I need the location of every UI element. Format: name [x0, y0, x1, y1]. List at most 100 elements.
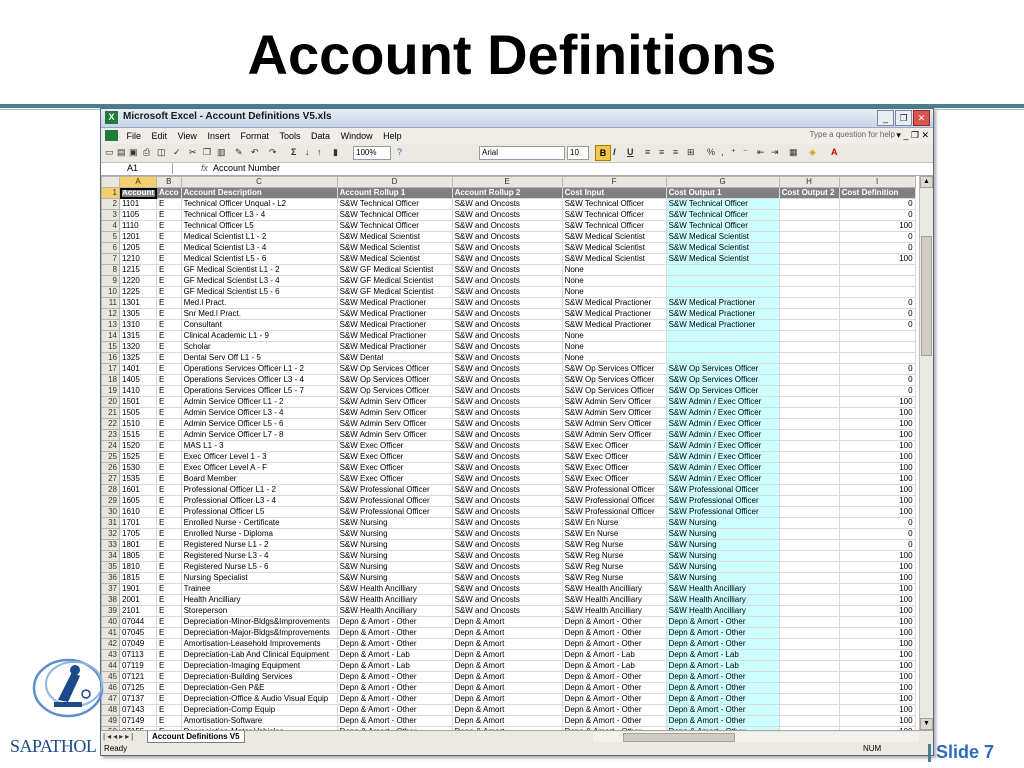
cell-f[interactable]: S&W Professional Officer — [561, 495, 667, 507]
cell-a[interactable]: 1610 — [119, 506, 157, 518]
cell-e1[interactable]: Account Rollup 2 — [451, 187, 563, 199]
cell-i[interactable]: 100 — [838, 671, 916, 683]
cell-g[interactable]: S&W Professional Officer — [665, 506, 780, 518]
cell-c[interactable]: Registered Nurse L1 - 2 — [180, 539, 338, 551]
cell-d[interactable]: S&W Medical Scientist — [336, 231, 453, 243]
cell-g[interactable]: Depn & Amort - Other — [665, 704, 780, 716]
cell-e[interactable]: S&W and Oncosts — [451, 231, 563, 243]
cell-f[interactable]: S&W En Nurse — [561, 528, 667, 540]
cell-b[interactable]: E — [156, 473, 182, 485]
cell-i[interactable]: 100 — [838, 253, 916, 265]
italic-icon[interactable]: I — [613, 146, 616, 159]
cell-a[interactable]: 1515 — [119, 429, 157, 441]
row-header[interactable]: 6 — [101, 242, 120, 254]
cell-a[interactable]: 07113 — [119, 649, 157, 661]
cell-e[interactable]: S&W and Oncosts — [451, 506, 563, 518]
row-header[interactable]: 33 — [101, 539, 120, 551]
cell-a[interactable]: 1410 — [119, 385, 157, 397]
spreadsheet-grid[interactable]: A B C D E F G H I 1 Account Acco Account… — [101, 176, 933, 730]
cell-e[interactable]: S&W and Oncosts — [451, 220, 563, 232]
cell-b[interactable]: E — [156, 484, 182, 496]
cell-c[interactable]: Medical Scientist L3 - 4 — [180, 242, 338, 254]
cell-g[interactable]: S&W Nursing — [665, 539, 780, 551]
row-header[interactable]: 36 — [101, 572, 120, 584]
cell-b[interactable]: E — [156, 660, 182, 672]
cell-e[interactable]: Depn & Amort — [451, 682, 563, 694]
row-header[interactable]: 39 — [101, 605, 120, 617]
cell-b[interactable]: E — [156, 649, 182, 661]
cell-f[interactable]: S&W Op Services Officer — [561, 363, 667, 375]
cell-c[interactable]: Depreciation-Gen P&E — [180, 682, 338, 694]
cell-f[interactable]: S&W Reg Nurse — [561, 561, 667, 573]
minimize-icon[interactable]: _ — [877, 110, 894, 126]
underline-icon[interactable]: U — [627, 146, 634, 159]
cell-f[interactable]: Depn & Amort - Other — [561, 704, 667, 716]
cell-b[interactable]: E — [156, 297, 182, 309]
cell-i[interactable]: 100 — [838, 594, 916, 606]
align-left-icon[interactable]: ≡ — [645, 146, 650, 159]
cell-f[interactable]: S&W Reg Nurse — [561, 572, 667, 584]
row-header[interactable]: 31 — [101, 517, 120, 529]
cell-h[interactable] — [778, 297, 840, 309]
cell-d[interactable]: S&W Medical Scientist — [336, 253, 453, 265]
cell-g[interactable]: S&W Medical Practioner — [665, 297, 780, 309]
cell-a[interactable]: 1805 — [119, 550, 157, 562]
copy-icon[interactable]: ❐ — [203, 146, 211, 159]
cell-g[interactable] — [665, 330, 780, 342]
cell-e[interactable]: S&W and Oncosts — [451, 264, 563, 276]
format-painter-icon[interactable]: ✎ — [235, 146, 243, 159]
cell-i[interactable]: 100 — [838, 561, 916, 573]
cell-b[interactable]: E — [156, 561, 182, 573]
cell-i[interactable] — [838, 275, 916, 287]
row-header[interactable]: 21 — [101, 407, 120, 419]
cell-f[interactable]: S&W Professional Officer — [561, 484, 667, 496]
cell-a[interactable]: 1601 — [119, 484, 157, 496]
cell-i[interactable]: 0 — [838, 517, 916, 529]
decrease-decimal-icon[interactable]: ⁻ — [743, 146, 748, 159]
cell-e[interactable]: Depn & Amort — [451, 704, 563, 716]
cell-g[interactable]: Depn & Amort - Lab — [665, 660, 780, 672]
cell-e[interactable]: S&W and Oncosts — [451, 418, 563, 430]
cell-e[interactable]: S&W and Oncosts — [451, 308, 563, 320]
borders-icon[interactable]: ▦ — [789, 146, 798, 159]
cell-b[interactable]: E — [156, 638, 182, 650]
cell-d[interactable]: S&W Admin Serv Officer — [336, 396, 453, 408]
print-preview-icon[interactable]: ◫ — [157, 146, 166, 159]
cell-c[interactable]: Board Member — [180, 473, 338, 485]
cell-h[interactable] — [778, 550, 840, 562]
cell-e[interactable]: S&W and Oncosts — [451, 451, 563, 463]
cell-f[interactable]: Depn & Amort - Lab — [561, 649, 667, 661]
column-header-e[interactable]: E — [451, 176, 563, 188]
cell-h[interactable] — [778, 462, 840, 474]
cell-a1[interactable]: Account — [119, 187, 157, 199]
cell-h[interactable] — [778, 506, 840, 518]
cell-i[interactable] — [838, 286, 916, 298]
cell-f[interactable]: Depn & Amort - Other — [561, 616, 667, 628]
cell-c[interactable]: Admin Service Officer L5 - 6 — [180, 418, 338, 430]
menu-view[interactable]: View — [174, 128, 201, 144]
cell-a[interactable]: 07045 — [119, 627, 157, 639]
font-color-icon[interactable]: A — [831, 146, 838, 159]
cell-h[interactable] — [778, 209, 840, 221]
cell-a[interactable]: 1105 — [119, 209, 157, 221]
cell-f[interactable]: Depn & Amort - Other — [561, 682, 667, 694]
cell-c[interactable]: Health Ancilliary — [180, 594, 338, 606]
cell-f[interactable]: S&W Professional Officer — [561, 506, 667, 518]
cell-c[interactable]: Exec Officer Level 1 - 3 — [180, 451, 338, 463]
cell-d[interactable]: S&W Professional Officer — [336, 495, 453, 507]
cell-e[interactable]: S&W and Oncosts — [451, 594, 563, 606]
cell-h[interactable] — [778, 440, 840, 452]
cell-a[interactable]: 07121 — [119, 671, 157, 683]
column-header-c[interactable]: C — [180, 176, 338, 188]
cell-b[interactable]: E — [156, 385, 182, 397]
row-header[interactable]: 29 — [101, 495, 120, 507]
cell-c[interactable]: Med.l Pract. — [180, 297, 338, 309]
cell-f[interactable]: S&W Admin Serv Officer — [561, 396, 667, 408]
menu-insert[interactable]: Insert — [203, 128, 234, 144]
cell-i[interactable]: 0 — [838, 528, 916, 540]
row-header[interactable]: 2 — [101, 198, 120, 210]
column-header-i[interactable]: I — [838, 176, 916, 188]
cell-c[interactable]: GF Medical Scientist L3 - 4 — [180, 275, 338, 287]
cell-i[interactable]: 100 — [838, 715, 916, 727]
cell-b1[interactable]: Acco — [156, 187, 182, 199]
